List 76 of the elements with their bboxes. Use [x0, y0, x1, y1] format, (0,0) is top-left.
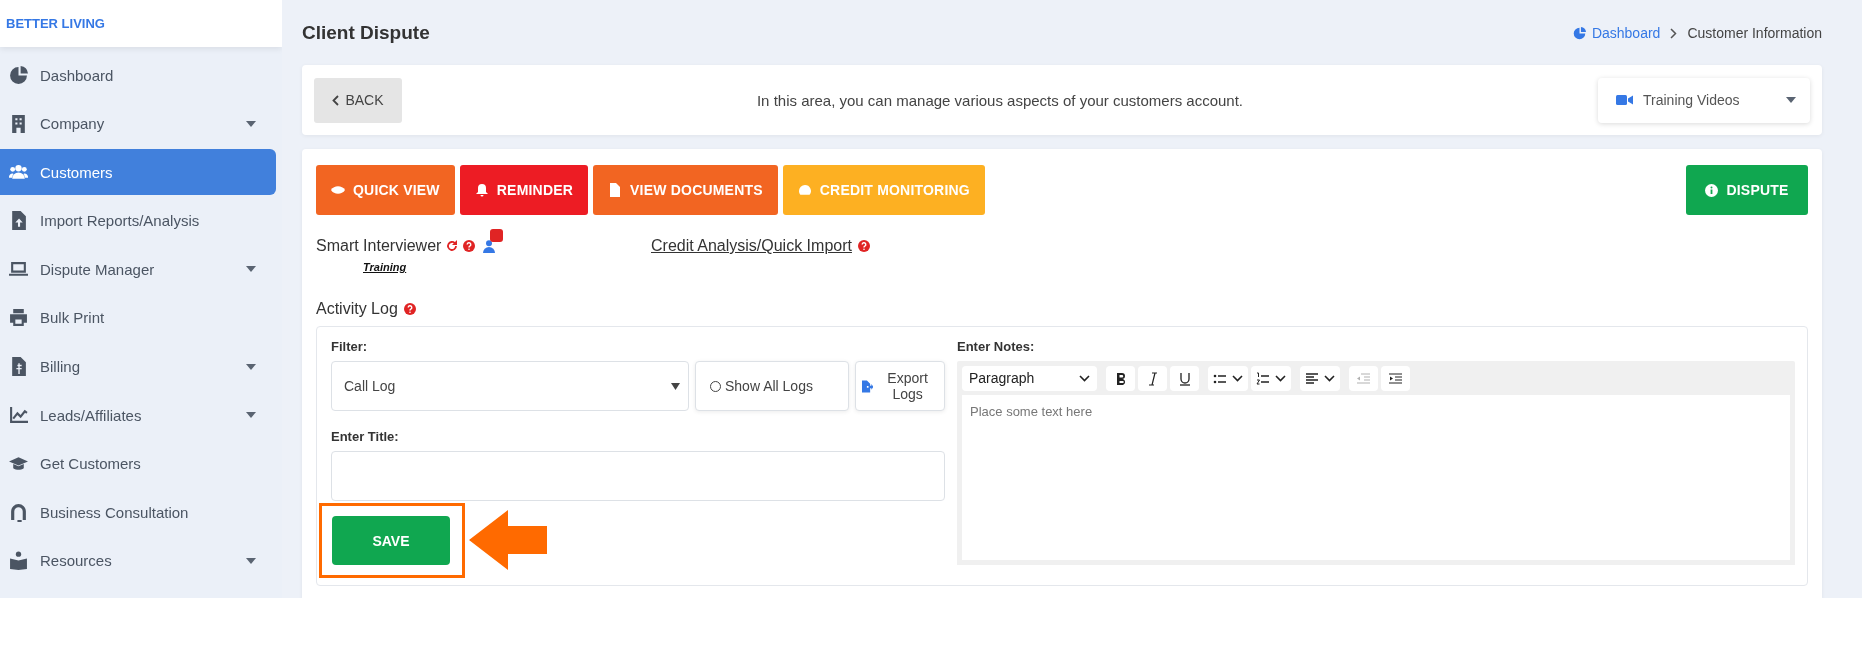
info-message: In this area, you can manage various aspects of your customers account. — [756, 91, 1244, 109]
title-input[interactable] — [331, 451, 945, 501]
show-all-logs-option[interactable]: Show All Logs — [695, 361, 849, 411]
refresh-icon[interactable] — [446, 240, 459, 252]
video-camera-icon — [1616, 94, 1633, 106]
title-label: Enter Title: — [331, 429, 400, 444]
bold-tool-button[interactable] — [1106, 365, 1135, 391]
document-icon — [608, 183, 623, 197]
pie-chart-icon — [1572, 26, 1586, 40]
sidebar-item[interactable]: Import Reports/Analysis — [0, 197, 276, 244]
info-icon — [1705, 183, 1719, 197]
notes-editor[interactable]: Place some text here — [962, 395, 1790, 560]
chevron-left-icon — [332, 94, 340, 106]
sidebar-item[interactable]: Dispute Manager — [0, 246, 276, 293]
underline-icon — [1177, 370, 1192, 386]
underline-tool-button[interactable] — [1170, 365, 1199, 391]
sidebar-item[interactable]: Dashboard — [0, 52, 276, 98]
caret-icon — [1786, 97, 1796, 103]
printer-icon — [9, 308, 28, 328]
line-chart-icon — [9, 405, 28, 425]
breadcrumb-link[interactable]: Dashboard — [1572, 25, 1661, 41]
book-reader-icon — [9, 551, 28, 571]
filter-select[interactable]: Call Log — [331, 361, 689, 411]
back-button[interactable]: BACK — [314, 77, 402, 123]
align-tool-button[interactable] — [1300, 365, 1340, 391]
align-left-icon — [1305, 370, 1320, 386]
file-upload-icon — [9, 211, 28, 231]
export-logs-button[interactable]: Export Logs — [854, 361, 945, 411]
caret-icon — [246, 266, 256, 273]
help-icon[interactable] — [403, 303, 416, 315]
caret-icon — [246, 557, 256, 564]
chevron-down-icon — [1232, 374, 1243, 382]
chevron-right-icon — [1670, 27, 1678, 39]
activity-log-heading: Activity Log — [316, 300, 398, 318]
numbers-tool-button[interactable] — [1251, 365, 1291, 391]
block-format-select[interactable]: Paragraph — [962, 365, 1097, 391]
caret-icon — [246, 412, 256, 419]
caret-icon — [246, 120, 256, 127]
person-icon[interactable] — [483, 239, 496, 253]
chevron-down-icon — [1324, 374, 1335, 382]
sidebar-item[interactable]: Customers — [0, 149, 276, 196]
help-icon[interactable] — [857, 240, 870, 252]
pie-chart-icon — [9, 65, 28, 85]
bell-icon — [474, 183, 489, 197]
chevron-down-icon — [1079, 374, 1090, 382]
caret-icon — [246, 363, 256, 370]
building-icon — [9, 114, 28, 134]
breadcrumb-current: Customer Information — [1687, 25, 1822, 41]
numbered-list-icon — [1256, 370, 1271, 386]
chevron-down-icon — [1275, 374, 1286, 382]
indent-icon — [1388, 370, 1403, 386]
laptop-icon — [9, 259, 28, 279]
action-button[interactable]: REMINDER — [459, 165, 589, 215]
notes-label: Enter Notes: — [957, 339, 1036, 354]
training-link[interactable]: Training — [363, 261, 407, 273]
indent-tool-button[interactable] — [1381, 365, 1410, 391]
sidebar-item[interactable]: Resources — [0, 537, 276, 584]
caret-icon — [671, 382, 680, 390]
page-title: Client Dispute — [302, 22, 430, 44]
filter-label: Filter: — [331, 339, 369, 354]
sidebar-item[interactable]: Get Customers — [0, 440, 276, 487]
sidebar-item[interactable]: Billing — [0, 343, 276, 390]
help-icon[interactable] — [463, 240, 476, 252]
sidebar-item[interactable]: Business Consultation — [0, 489, 276, 536]
credit-analysis-link[interactable]: Credit Analysis/Quick Import — [651, 237, 852, 255]
outdent-icon — [1356, 370, 1371, 386]
sidebar-item[interactable]: Bulk Print — [0, 294, 276, 341]
users-icon — [9, 162, 28, 182]
sidebar-item[interactable]: Leads/Affiliates — [0, 392, 276, 439]
training-videos-dropdown[interactable]: Training Videos — [1598, 77, 1810, 123]
arrow-icon — [469, 509, 549, 570]
smart-interviewer-label: Smart Interviewer — [316, 237, 442, 255]
sidebar-item[interactable]: Company — [0, 100, 276, 147]
brand-logo[interactable]: BETTER LIVING — [0, 0, 282, 47]
bullets-tool-button[interactable] — [1208, 365, 1248, 391]
file-export-icon — [861, 378, 874, 394]
